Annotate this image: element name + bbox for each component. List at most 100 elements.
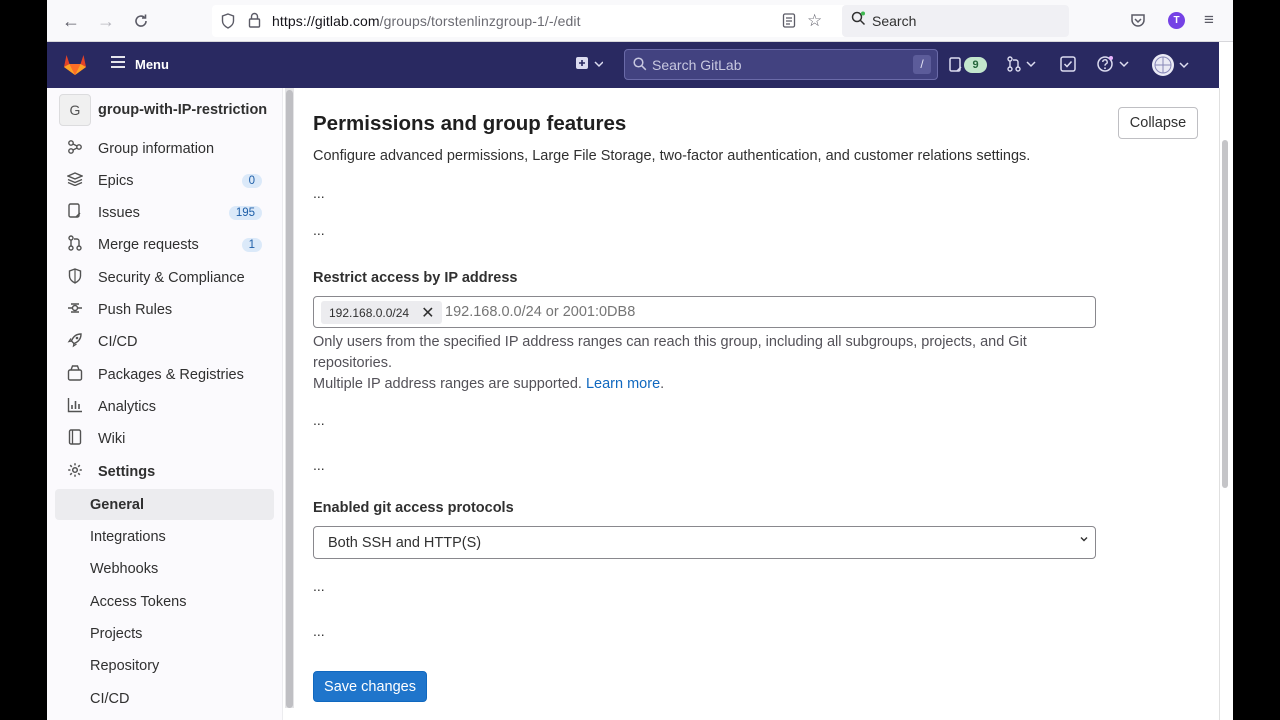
group-sidebar: G group-with-IP-restriction Group inform… [47, 88, 283, 720]
chart-icon [65, 397, 85, 416]
sidebar-item-group-information[interactable]: Group information [55, 133, 274, 164]
hamburger-menu-icon[interactable]: ≡ [1204, 10, 1214, 30]
sidebar-item-label: Wiki [98, 430, 126, 447]
sidebar-subitem-label: Projects [90, 625, 143, 642]
issues-icon[interactable] [949, 57, 963, 78]
sidebar-subitem-access-tokens[interactable]: Access Tokens [55, 586, 274, 617]
sidebar-item-epics[interactable]: Epics 0 [55, 165, 274, 196]
sidebar-scrollbar-thumb[interactable] [286, 90, 293, 708]
group-header[interactable]: G group-with-IP-restriction [59, 94, 267, 126]
reload-icon[interactable] [130, 10, 152, 32]
collapsed-setting: ... [313, 412, 325, 428]
remove-token-icon[interactable]: ✕ [421, 303, 434, 323]
ip-restriction-field[interactable]: 192.168.0.0/24 ✕ [313, 296, 1096, 328]
issues-count-badge[interactable]: 9 [964, 57, 987, 73]
sidebar-subitem-label: Webhooks [90, 560, 159, 577]
ip-token: 192.168.0.0/24 ✕ [321, 301, 443, 324]
sidebar-subitem-label: General [90, 496, 144, 513]
content-divider [1219, 88, 1220, 720]
merge-requests-count-badge: 1 [241, 237, 262, 252]
sidebar-subitem-webhooks[interactable]: Webhooks [55, 553, 274, 584]
lock-icon[interactable] [248, 12, 261, 33]
ip-range-input[interactable] [445, 304, 1045, 320]
collapsed-setting: ... [313, 578, 325, 594]
gitlab-logo-icon[interactable] [63, 53, 87, 81]
sidebar-subitem-ci-cd[interactable]: CI/CD [55, 683, 274, 714]
merge-requests-icon[interactable] [1006, 56, 1036, 77]
sidebar-item-label: Epics [98, 172, 134, 189]
reader-view-icon[interactable] [782, 13, 796, 33]
gitlab-topbar: Menu Search GitLab / 9 [47, 42, 1219, 88]
sidebar-subitem-label: Repository [90, 657, 160, 674]
rocket-icon [65, 332, 85, 351]
back-icon[interactable]: ← [60, 10, 82, 32]
ip-restriction-label: Restrict access by IP address [313, 270, 518, 286]
sidebar-item-label: Security & Compliance [98, 269, 245, 286]
issues-icon [65, 203, 85, 222]
sidebar-item-settings[interactable]: Settings [55, 456, 274, 487]
collapsed-setting: ... [313, 222, 325, 238]
tracking-shield-icon[interactable] [221, 13, 235, 34]
forward-icon[interactable]: → [95, 10, 117, 32]
account-avatar[interactable]: T [1168, 12, 1185, 29]
sidebar-item-issues[interactable]: Issues 195 [55, 197, 274, 228]
create-new-icon[interactable] [575, 56, 604, 77]
sidebar-item-push-rules[interactable]: Push Rules [55, 294, 274, 325]
git-protocols-label: Enabled git access protocols [313, 500, 514, 516]
browser-toolbar: ← → https://gitlab.com/groups/torstenlin… [47, 0, 1233, 42]
sidebar-subitem-projects[interactable]: Projects [55, 618, 274, 649]
sidebar-item-merge-requests[interactable]: Merge requests 1 [55, 229, 274, 260]
todos-icon[interactable] [1060, 56, 1076, 77]
search-placeholder: Search GitLab [652, 57, 742, 73]
collapse-button[interactable]: Collapse [1118, 107, 1198, 139]
page-scrollbar[interactable] [1222, 140, 1228, 488]
browser-window: ← → https://gitlab.com/groups/torstenlin… [47, 0, 1233, 720]
sidebar-subitem-label: CI/CD [90, 690, 130, 707]
learn-more-link[interactable]: Learn more [586, 376, 660, 392]
collapsed-setting: ... [313, 623, 325, 639]
sidebar-item-label: Issues [98, 204, 140, 221]
sidebar-subitem-label: Access Tokens [90, 593, 187, 610]
search-icon [851, 11, 866, 31]
ip-token-text: 192.168.0.0/24 [329, 305, 410, 320]
menu-button[interactable]: Menu [135, 57, 169, 72]
gitlab-search-input[interactable]: Search GitLab / [624, 49, 938, 80]
epics-count-badge: 0 [241, 173, 262, 188]
browser-search-label: Search [872, 13, 917, 29]
address-bar[interactable]: https://gitlab.com/groups/torstenlinzgro… [212, 5, 882, 37]
bookmark-star-icon[interactable]: ☆ [807, 11, 822, 31]
sidebar-item-wiki[interactable]: Wiki [55, 423, 274, 454]
sidebar-item-label: Settings [98, 463, 156, 480]
sidebar-item-packages-registries[interactable]: Packages & Registries [55, 359, 274, 390]
help-icon[interactable] [1096, 55, 1130, 78]
menu-icon[interactable] [110, 55, 126, 74]
sidebar-subitem-repository[interactable]: Repository [55, 650, 274, 681]
group-avatar: G [59, 94, 91, 126]
ip-help-period: . [660, 376, 665, 392]
sidebar-item-label: Push Rules [98, 301, 173, 318]
url-text: https://gitlab.com/groups/torstenlinzgro… [272, 13, 581, 29]
git-protocols-select[interactable]: Both SSH and HTTP(S) [313, 526, 1096, 559]
book-icon [65, 429, 85, 448]
git-protocols-selected-value: Both SSH and HTTP(S) [328, 535, 482, 551]
save-changes-button[interactable]: Save changes [313, 671, 427, 702]
group-info-icon [65, 139, 85, 158]
section-title: Permissions and group features [313, 112, 627, 135]
sidebar-subitem-integrations[interactable]: Integrations [55, 521, 274, 552]
sidebar-item-security-compliance[interactable]: Security & Compliance [55, 262, 274, 293]
sidebar-subitem-label: Integrations [90, 528, 166, 545]
sidebar-scrollbar[interactable] [285, 88, 294, 708]
group-name: group-with-IP-restriction [98, 102, 268, 118]
browser-search-box[interactable]: Search [842, 5, 1069, 37]
merge-request-icon [65, 235, 85, 254]
sidebar-item-ci-cd[interactable]: CI/CD [55, 326, 274, 357]
sidebar-item-label: Group information [98, 140, 215, 157]
user-avatar[interactable] [1152, 53, 1190, 82]
ip-restriction-help: Only users from the specified IP address… [313, 334, 1027, 371]
pocket-icon[interactable] [1130, 12, 1146, 33]
sidebar-item-analytics[interactable]: Analytics [55, 391, 274, 422]
gear-icon [65, 462, 85, 481]
ip-restriction-help-2: Multiple IP address ranges are supported… [313, 374, 1073, 395]
sidebar-subitem-general[interactable]: General [55, 489, 274, 520]
search-icon [633, 57, 647, 76]
